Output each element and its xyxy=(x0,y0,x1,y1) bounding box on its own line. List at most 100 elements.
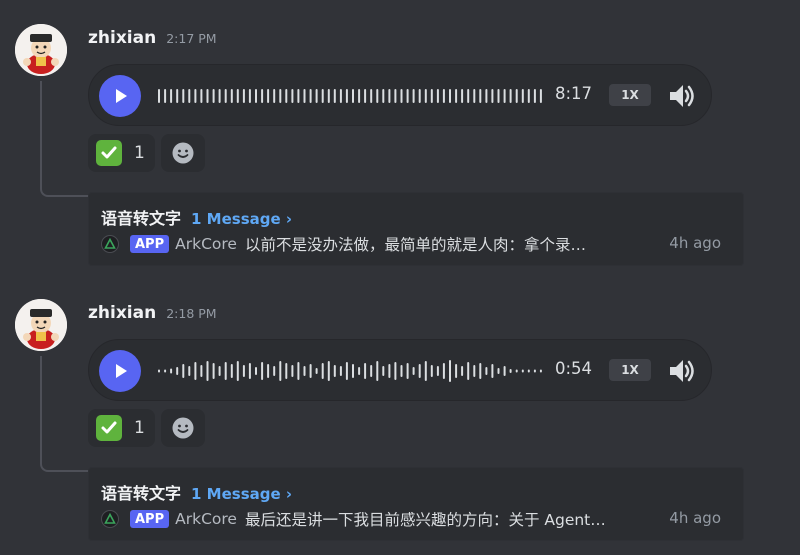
thread-name[interactable]: 语音转文字 xyxy=(101,205,181,229)
volume-icon xyxy=(670,85,694,107)
waveform-bar xyxy=(261,89,264,103)
thread-connector xyxy=(40,81,90,197)
waveform-bar xyxy=(479,363,482,379)
play-button[interactable] xyxy=(99,75,141,117)
waveform-bar xyxy=(345,362,348,380)
waveform-bar xyxy=(455,364,458,378)
avatar[interactable] xyxy=(15,24,67,76)
waveform-bar xyxy=(164,89,167,103)
waveform-bar xyxy=(467,89,470,103)
waveform-bar xyxy=(309,89,312,103)
waveform-bar xyxy=(509,369,512,373)
waveform-bar xyxy=(285,363,288,379)
waveform[interactable] xyxy=(157,80,545,112)
waveform-bar xyxy=(418,89,421,103)
waveform-bar xyxy=(188,89,191,103)
waveform-bar xyxy=(303,89,306,103)
play-icon xyxy=(116,89,127,103)
playback-speed-button[interactable]: 1X xyxy=(609,359,651,381)
waveform-bar xyxy=(200,89,203,103)
waveform-bar xyxy=(388,364,391,378)
thread-preview-card[interactable]: 语音转文字 1 Message › APP ArkCore 以前不是没办法做，最… xyxy=(88,192,744,266)
reaction-count: 1 xyxy=(134,418,145,438)
check-mark-emoji xyxy=(96,140,122,166)
waveform-bar xyxy=(236,89,239,103)
waveform-bar xyxy=(527,89,530,103)
waveform-bar xyxy=(358,89,361,103)
waveform-bar xyxy=(515,369,518,373)
waveform-bar xyxy=(497,89,500,103)
waveform-bar xyxy=(224,89,227,103)
waveform-bar xyxy=(206,361,209,381)
preview-time: 4h ago xyxy=(669,509,721,527)
app-badge: APP xyxy=(130,235,170,253)
smile-icon xyxy=(172,417,194,439)
waveform-bar xyxy=(370,365,373,377)
waveform-bar xyxy=(424,89,427,103)
waveform-bar xyxy=(339,89,342,103)
volume-button[interactable] xyxy=(667,81,697,111)
waveform-bar xyxy=(224,362,227,380)
waveform-bar xyxy=(364,89,367,103)
waveform-bar xyxy=(297,89,300,103)
waveform-bar xyxy=(358,367,361,375)
waveform-bar xyxy=(394,362,397,380)
thread-message-count[interactable]: 1 Message › xyxy=(191,210,292,228)
playback-speed-button[interactable]: 1X xyxy=(609,84,651,106)
avatar[interactable] xyxy=(15,299,67,351)
waveform-bar xyxy=(333,89,336,103)
add-reaction-button[interactable] xyxy=(161,134,205,172)
waveform-bar xyxy=(315,368,318,374)
thread-name[interactable]: 语音转文字 xyxy=(101,480,181,504)
arkcore-app-icon xyxy=(101,235,119,253)
waveform-bar xyxy=(212,363,215,379)
waveform-bar xyxy=(164,369,167,373)
waveform-bar xyxy=(382,366,385,376)
preview-text: 最后还是讲一下我目前感兴趣的方向：关于 Agent… xyxy=(244,511,606,529)
waveform-bar xyxy=(255,367,257,375)
waveform-bar xyxy=(255,89,257,103)
reaction-check[interactable]: 1 xyxy=(88,134,155,172)
play-button[interactable] xyxy=(99,350,141,392)
waveform-bar xyxy=(394,89,397,103)
username[interactable]: zhixian xyxy=(88,303,156,323)
waveform-bar xyxy=(327,89,330,103)
add-reaction-button[interactable] xyxy=(161,409,205,447)
avatar-image xyxy=(15,24,67,76)
waveform-bar xyxy=(170,368,173,374)
waveform-bar xyxy=(527,369,530,373)
waveform-bar xyxy=(449,89,451,103)
waveform-bar xyxy=(479,89,482,103)
waveform-bar xyxy=(230,89,233,103)
waveform-bar xyxy=(533,369,536,373)
username[interactable]: zhixian xyxy=(88,28,156,48)
reactions-bar: 1 xyxy=(88,409,205,447)
volume-button[interactable] xyxy=(667,356,697,386)
waveform-bar xyxy=(321,89,324,103)
waveform-bar xyxy=(503,89,506,103)
thread-message-count[interactable]: 1 Message › xyxy=(191,485,292,503)
waveform-bar xyxy=(473,365,476,377)
waveform-bar xyxy=(388,89,391,103)
waveform-bar xyxy=(242,89,245,103)
reaction-check[interactable]: 1 xyxy=(88,409,155,447)
preview-time: 4h ago xyxy=(669,234,721,252)
waveform-bar xyxy=(352,364,354,378)
waveform-bar xyxy=(285,89,288,103)
waveform-bar xyxy=(273,366,276,376)
waveform-bar xyxy=(491,364,494,378)
waveform-bar xyxy=(406,363,409,379)
waveform[interactable] xyxy=(157,355,545,387)
reaction-count: 1 xyxy=(134,143,145,163)
waveform-bar xyxy=(291,89,294,103)
waveform-bar xyxy=(442,363,445,379)
preview-author: ArkCore xyxy=(175,235,237,253)
smile-icon xyxy=(172,142,194,164)
waveform-bar xyxy=(212,89,215,103)
preview-author: ArkCore xyxy=(175,510,237,528)
thread-preview-card[interactable]: 语音转文字 1 Message › APP ArkCore 最后还是讲一下我目前… xyxy=(88,467,744,541)
waveform-bar xyxy=(424,361,427,381)
voice-message-player: 0:54 1X xyxy=(88,339,712,401)
waveform-bar xyxy=(515,89,518,103)
waveform-bar xyxy=(473,89,476,103)
